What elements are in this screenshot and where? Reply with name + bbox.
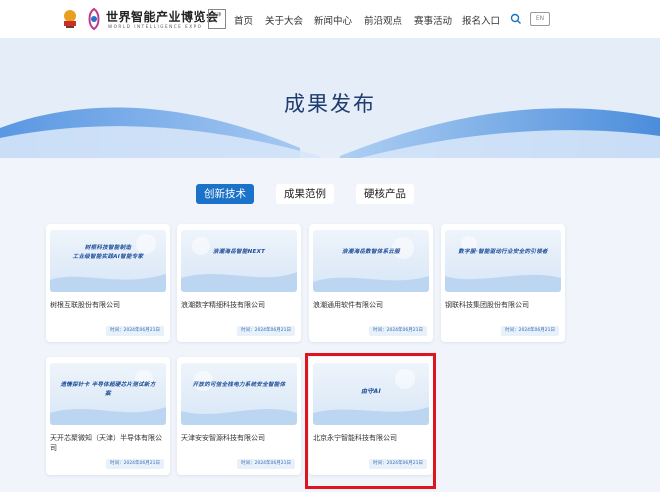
card-company-name: 浪潮通用软件有限公司 <box>313 301 383 309</box>
page-title: 成果发布 <box>284 92 376 116</box>
result-card[interactable]: 遗情探针卡 半导体超硬芯片测试新方案 天开芯聚微知（天津）半导体有限公司 时间：… <box>46 357 170 475</box>
card-thumbnail: 数字服·智能驱动行业安全的引领者 <box>445 230 561 292</box>
card-date-badge: 时间：2024年06月21日 <box>106 459 164 469</box>
card-company-name: 钢联科技集团股份有限公司 <box>445 301 529 309</box>
card-thumbnail-text: 树根科技智能制造 工业级智能实践AI智能专家 <box>72 245 144 260</box>
site-logo-subtitle: WORLD INTELLIGENCE EXPO <box>108 24 203 29</box>
selection-highlight-box <box>305 353 436 489</box>
card-thumbnail-text: 浪潮海岳智能NEXT <box>212 249 266 255</box>
card-thumbnail-text: 开放的可信全栈电力系统安全智能体 <box>192 382 286 388</box>
page-banner: 成果发布 <box>0 38 660 158</box>
language-switch-button[interactable]: EN <box>530 12 550 26</box>
card-thumbnail: 浪潮海岳智能NEXT <box>181 230 297 292</box>
card-thumbnail-text: 浪潮海岳数智体系云服 <box>341 249 400 255</box>
result-card[interactable]: 浪潮海岳智能NEXT 浪潮数字精细科技有限公司 时间：2024年06月21日 <box>177 224 301 342</box>
card-thumbnail: 遗情探针卡 半导体超硬芯片测试新方案 <box>50 363 166 425</box>
nav-about[interactable]: 关于大会 <box>265 13 303 27</box>
site-logo-title[interactable]: 世界智能产业博览会 <box>106 8 219 25</box>
card-date-badge: 时间：2024年06月21日 <box>106 326 164 336</box>
result-card[interactable]: 浪潮海岳数智体系云服 浪潮通用软件有限公司 时间：2024年06月21日 <box>309 224 433 342</box>
result-card[interactable]: 数字服·智能驱动行业安全的引领者 钢联科技集团股份有限公司 时间：2024年06… <box>441 224 565 342</box>
card-thumbnail: 浪潮海岳数智体系云服 <box>313 230 429 292</box>
city-badge: 天津 <box>208 9 226 29</box>
tab-innovation[interactable]: 创新技术 <box>196 184 254 204</box>
nav-news[interactable]: 新闻中心 <box>314 13 352 27</box>
search-icon[interactable] <box>510 13 522 25</box>
expo-emblem-icon <box>64 10 76 28</box>
card-date-badge: 时间：2024年06月21日 <box>237 326 295 336</box>
card-thumbnail-text: 数字服·智能驱动行业安全的引领者 <box>458 249 548 255</box>
expo-logo-icon <box>88 7 100 31</box>
nav-events[interactable]: 赛事活动 <box>414 13 452 27</box>
card-date-badge: 时间：2024年06月21日 <box>237 459 295 469</box>
tab-products[interactable]: 硬核产品 <box>356 184 414 204</box>
tab-examples[interactable]: 成果范例 <box>276 184 334 204</box>
card-company-name: 浪潮数字精细科技有限公司 <box>181 301 265 309</box>
card-date-badge: 时间：2024年06月21日 <box>501 326 559 336</box>
result-card[interactable]: 树根科技智能制造 工业级智能实践AI智能专家 树根互联股份有限公司 时间：202… <box>46 224 170 342</box>
card-thumbnail: 树根科技智能制造 工业级智能实践AI智能专家 <box>50 230 166 292</box>
card-company-name: 天开芯聚微知（天津）半导体有限公司 <box>50 434 162 452</box>
nav-register[interactable]: 报名入口 <box>462 13 500 27</box>
top-nav-bar: 世界智能产业博览会 WORLD INTELLIGENCE EXPO 天津 首页 … <box>0 0 660 38</box>
card-thumbnail-text: 遗情探针卡 半导体超硬芯片测试新方案 <box>60 382 156 397</box>
result-card[interactable]: 开放的可信全栈电力系统安全智能体 天津安安智源科技有限公司 时间：2024年06… <box>177 357 301 475</box>
nav-insights[interactable]: 前沿观点 <box>364 13 402 27</box>
nav-home[interactable]: 首页 <box>234 13 253 27</box>
card-date-badge: 时间：2024年06月21日 <box>369 326 427 336</box>
card-company-name: 天津安安智源科技有限公司 <box>181 434 265 442</box>
card-thumbnail: 开放的可信全栈电力系统安全智能体 <box>181 363 297 425</box>
card-company-name: 树根互联股份有限公司 <box>50 301 120 309</box>
